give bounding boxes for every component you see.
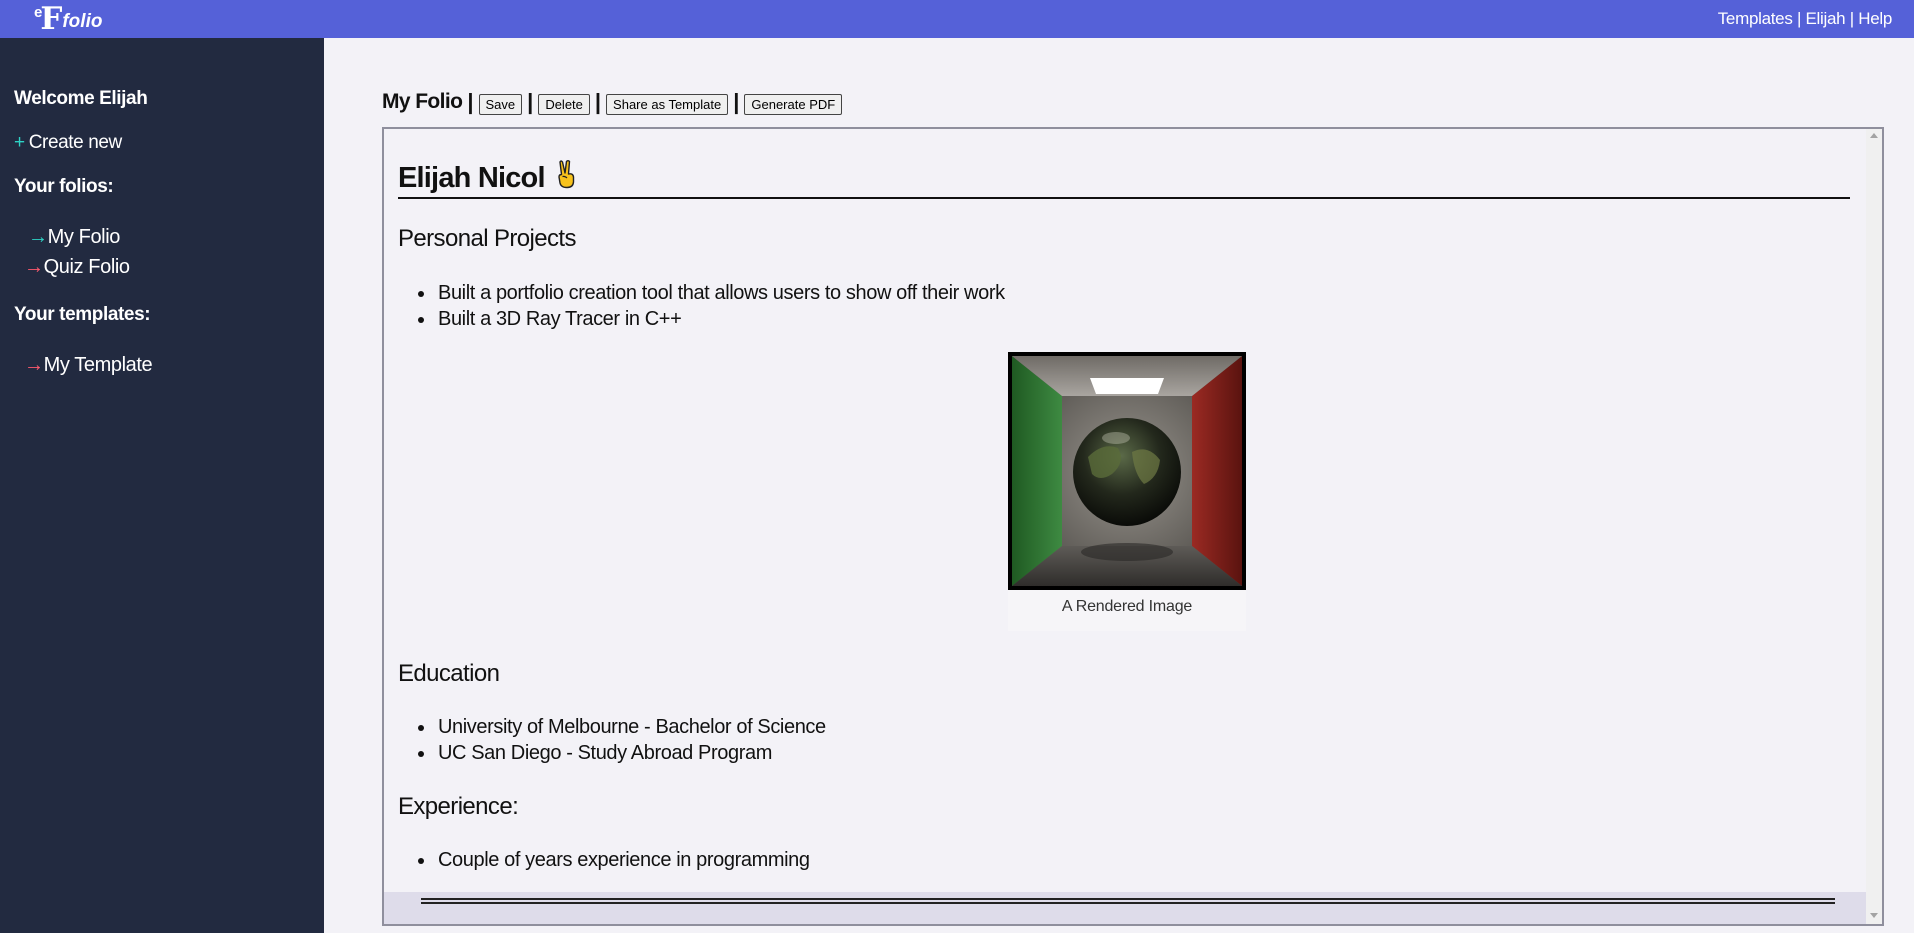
sidebar-item-label: My Template [43, 354, 153, 376]
plus-icon: + [14, 132, 25, 153]
top-nav: Templates | Elijah | Help [1718, 9, 1893, 29]
list-item: University of Melbourne - Bachelor of Sc… [418, 716, 826, 738]
editor-scrollbar[interactable] [1866, 129, 1882, 924]
section-heading-experience: Experience: [398, 793, 519, 820]
scroll-down-icon[interactable] [1870, 913, 1878, 918]
app-logo[interactable]: e F folio [34, 3, 102, 35]
top-bar: e F folio Templates | Elijah | Help [0, 0, 1914, 38]
nav-user-link[interactable]: Elijah [1805, 9, 1845, 28]
arrow-right-icon: → [24, 354, 44, 376]
rendered-image-figure: A Rendered Image [1008, 352, 1246, 631]
list-item: Built a 3D Ray Tracer in C++ [418, 306, 1005, 332]
arrow-right-icon: → [28, 226, 48, 248]
toolbar-separator: | [527, 89, 534, 114]
sidebar-item-label: My Folio [47, 226, 121, 248]
arrow-right-icon: → [24, 256, 44, 278]
editor-footer [384, 892, 1868, 924]
sidebar: Welcome Elijah + Create new Your folios: … [0, 38, 324, 933]
sidebar-item-my-folio[interactable]: →My Folio [28, 226, 120, 249]
scroll-up-icon[interactable] [1870, 133, 1878, 138]
delete-button[interactable]: Delete [538, 93, 590, 115]
list-item: UC San Diego - Study Abroad Program [418, 740, 826, 766]
section-heading-education: Education [398, 660, 500, 687]
projects-list: Built a portfolio creation tool that all… [418, 280, 1005, 332]
sidebar-item-my-template[interactable]: →My Template [24, 354, 153, 377]
nav-separator: | [1792, 9, 1806, 28]
name-text: Elijah Nicol [398, 162, 546, 194]
victory-hand-icon [554, 159, 578, 197]
sidebar-item-label: Quiz Folio [43, 256, 130, 278]
double-rule-divider [421, 898, 1835, 904]
sidebar-item-quiz-folio[interactable]: →Quiz Folio [24, 256, 130, 279]
education-list: University of Melbourne - Bachelor of Sc… [418, 714, 826, 766]
rendered-image [1008, 352, 1246, 590]
logo-word: folio [62, 11, 103, 32]
folio-toolbar: My Folio | Save | Delete | Share as Temp… [382, 89, 843, 115]
welcome-text: Welcome Elijah [14, 88, 148, 109]
list-item: Built a portfolio creation tool that all… [418, 282, 1005, 304]
nav-templates-link[interactable]: Templates [1718, 9, 1793, 28]
generate-pdf-button[interactable]: Generate PDF [744, 93, 843, 115]
create-new-button[interactable]: + Create new [14, 132, 122, 154]
templates-heading: Your templates: [14, 304, 151, 325]
experience-list: Couple of years experience in programmin… [418, 847, 810, 873]
toolbar-separator: | [467, 89, 474, 114]
logo-e: e [34, 3, 43, 21]
folio-title: My Folio [382, 90, 463, 113]
save-button[interactable]: Save [478, 93, 523, 115]
section-heading-projects: Personal Projects [398, 225, 576, 252]
list-item: Couple of years experience in programmin… [418, 849, 810, 871]
folios-heading: Your folios: [14, 176, 114, 197]
folio-editor[interactable]: Elijah Nicol Personal Projects Built a p… [382, 127, 1884, 926]
logo-f: F [40, 0, 62, 37]
toolbar-separator: | [594, 89, 602, 114]
toolbar-separator: | [733, 89, 740, 114]
nav-separator: | [1845, 9, 1859, 28]
name-heading: Elijah Nicol [398, 159, 1850, 199]
create-new-label: Create new [28, 132, 123, 153]
figure-caption: A Rendered Image [1061, 598, 1193, 615]
nav-help-link[interactable]: Help [1858, 9, 1892, 28]
share-as-template-button[interactable]: Share as Template [606, 93, 729, 115]
